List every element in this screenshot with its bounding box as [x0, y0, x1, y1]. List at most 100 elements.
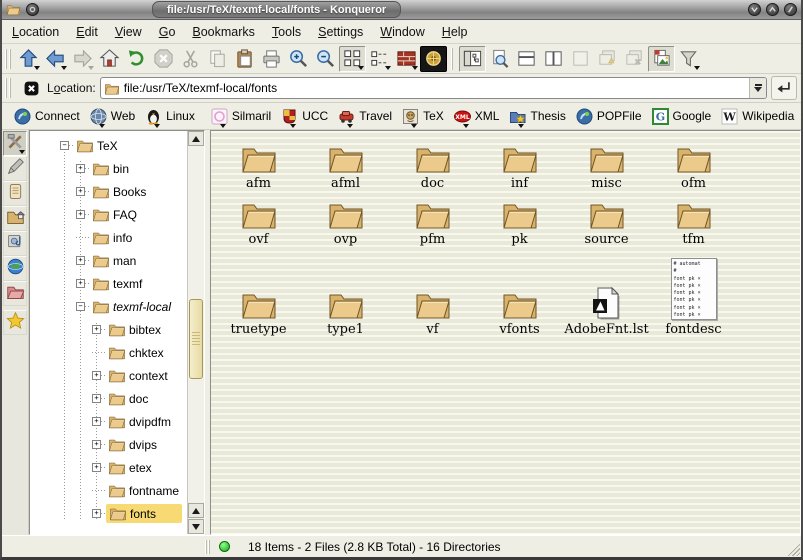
sidebar-tab-bookmarks-pen[interactable] — [3, 156, 27, 181]
bookmarks-bricks-button[interactable] — [393, 46, 420, 72]
file-item-pfm[interactable]: pfm — [389, 193, 476, 249]
tree-row[interactable]: +dvips — [30, 433, 187, 456]
zoom-in-button[interactable] — [285, 46, 312, 72]
close-button[interactable] — [784, 3, 797, 16]
bookmark-web[interactable]: Web — [86, 106, 139, 127]
file-item-afml[interactable]: afml — [302, 137, 389, 193]
go-button[interactable] — [771, 76, 797, 100]
bookmark-xml[interactable]: XMLXML — [450, 106, 504, 127]
bookmark-tex[interactable]: TeX — [398, 106, 448, 127]
tree-expander-expand[interactable]: + — [92, 325, 101, 334]
tree-expander-expand[interactable]: + — [76, 187, 85, 196]
tree-expander-expand[interactable]: + — [76, 164, 85, 173]
bookmark-ucc[interactable]: UCC — [277, 106, 332, 127]
up-button[interactable] — [15, 46, 42, 72]
bookmark-popfile[interactable]: POPFile — [572, 106, 646, 127]
sticky-button[interactable] — [26, 3, 39, 16]
gear-globe-button[interactable] — [420, 46, 447, 72]
bookmark-silmaril[interactable]: Silmaril — [207, 106, 275, 127]
maximize-button[interactable] — [766, 3, 779, 16]
scroll-up-button-2[interactable] — [188, 503, 204, 518]
filter-button[interactable] — [675, 46, 702, 72]
menu-tools[interactable]: Tools — [272, 25, 301, 39]
directory-icon-view[interactable]: afmafmldocinfmiscofmovfovppfmpksourcetfm… — [210, 130, 801, 535]
tree-row[interactable]: +texmf — [30, 272, 187, 295]
bookmark-travel[interactable]: Travel — [334, 106, 396, 127]
menu-location[interactable]: Location — [12, 25, 59, 39]
menu-bookmarks[interactable]: Bookmarks — [192, 25, 255, 39]
file-item-truetype[interactable]: truetype — [215, 249, 302, 339]
split-view-top-bottom-button[interactable] — [513, 46, 540, 72]
menu-edit[interactable]: Edit — [76, 25, 98, 39]
back-button[interactable] — [42, 46, 69, 72]
scrollbar-thumb[interactable] — [189, 299, 203, 379]
tree-expander-expand[interactable]: + — [92, 440, 101, 449]
file-item-vfonts[interactable]: vfonts — [476, 249, 563, 339]
tree-row[interactable]: +doc — [30, 387, 187, 410]
close-tab-button[interactable] — [621, 46, 648, 72]
file-item-type1[interactable]: type1 — [302, 249, 389, 339]
menu-view[interactable]: View — [115, 25, 142, 39]
menu-window[interactable]: Window — [380, 25, 424, 39]
new-tab-button[interactable] — [594, 46, 621, 72]
tree-row[interactable]: +bibtex — [30, 318, 187, 341]
forward-button[interactable] — [69, 46, 96, 72]
menu-go[interactable]: Go — [159, 25, 176, 39]
bookmark-connect[interactable]: Connect — [10, 106, 84, 127]
file-item-source[interactable]: source — [563, 193, 650, 249]
remove-active-view-button[interactable] — [567, 46, 594, 72]
zoom-out-button[interactable] — [312, 46, 339, 72]
file-item-adobefnt-lst[interactable]: AdobeFnt.lst — [563, 249, 650, 339]
bookmark-thesis[interactable]: Thesis — [505, 106, 569, 127]
sidebar-tab-services[interactable] — [3, 231, 27, 256]
tree-row[interactable]: +dvipdfm — [30, 410, 187, 433]
file-item-vf[interactable]: vf — [389, 249, 476, 339]
tree-row[interactable]: −texmf-local — [30, 295, 187, 318]
tree-scrollbar[interactable] — [187, 131, 204, 534]
shade-button[interactable] — [748, 3, 761, 16]
find-file-button[interactable] — [486, 46, 513, 72]
tree-row[interactable]: −TeX — [30, 134, 187, 157]
file-item-afm[interactable]: afm — [215, 137, 302, 193]
tree-row[interactable]: +Books — [30, 180, 187, 203]
location-input[interactable]: file:/usr/TeX/texmf-local/fonts — [100, 77, 767, 99]
image-preview-button[interactable] — [648, 46, 675, 72]
tree-expander-expand[interactable]: + — [92, 417, 101, 426]
bookmark-wikipedia[interactable]: WWikipedia — [717, 106, 798, 127]
file-item-ofm[interactable]: ofm — [650, 137, 737, 193]
scroll-up-button[interactable] — [188, 131, 204, 146]
sidebar-tab-root-folder[interactable] — [3, 281, 27, 306]
tree-expander-expand[interactable]: + — [76, 210, 85, 219]
tree-row[interactable]: +man — [30, 249, 187, 272]
titlebar[interactable]: file:/usr/TeX/texmf-local/fonts - Konque… — [2, 0, 801, 20]
file-item-ovf[interactable]: ovf — [215, 193, 302, 249]
icon-view-button[interactable] — [339, 46, 366, 72]
print-button[interactable] — [258, 46, 285, 72]
tree-row[interactable]: info — [30, 226, 187, 249]
tree-row[interactable]: fontname — [30, 479, 187, 502]
file-item-inf[interactable]: inf — [476, 137, 563, 193]
sidebar-tab-configure-panel[interactable] — [3, 131, 27, 156]
copy-button[interactable] — [204, 46, 231, 72]
split-view-left-right-button[interactable] — [540, 46, 567, 72]
show-navigation-panel-button[interactable] — [459, 46, 486, 72]
sidebar-tab-history[interactable] — [3, 181, 27, 206]
file-item-pk[interactable]: pk — [476, 193, 563, 249]
tree-expander-expand[interactable]: + — [92, 371, 101, 380]
file-item-misc[interactable]: misc — [563, 137, 650, 193]
home-button[interactable] — [96, 46, 123, 72]
file-item-fontdesc[interactable]: # automat # font pk × font pk × font pk … — [650, 249, 737, 339]
tree-expander-expand[interactable]: + — [76, 256, 85, 265]
tree-expander-collapse[interactable]: − — [76, 302, 85, 311]
bookmark-google[interactable]: GGoogle — [648, 106, 716, 127]
tree-row[interactable]: +fonts — [30, 502, 187, 525]
statusbar-grip[interactable] — [205, 540, 211, 554]
sidebar-tab-network[interactable] — [3, 256, 27, 281]
reload-button[interactable] — [123, 46, 150, 72]
bookmark-linux[interactable]: Linux — [141, 106, 199, 127]
tree-row[interactable]: +context — [30, 364, 187, 387]
file-item-ovp[interactable]: ovp — [302, 193, 389, 249]
resize-grip[interactable] — [786, 542, 800, 556]
file-item-tfm[interactable]: tfm — [650, 193, 737, 249]
toolbar-grip[interactable] — [5, 49, 12, 69]
